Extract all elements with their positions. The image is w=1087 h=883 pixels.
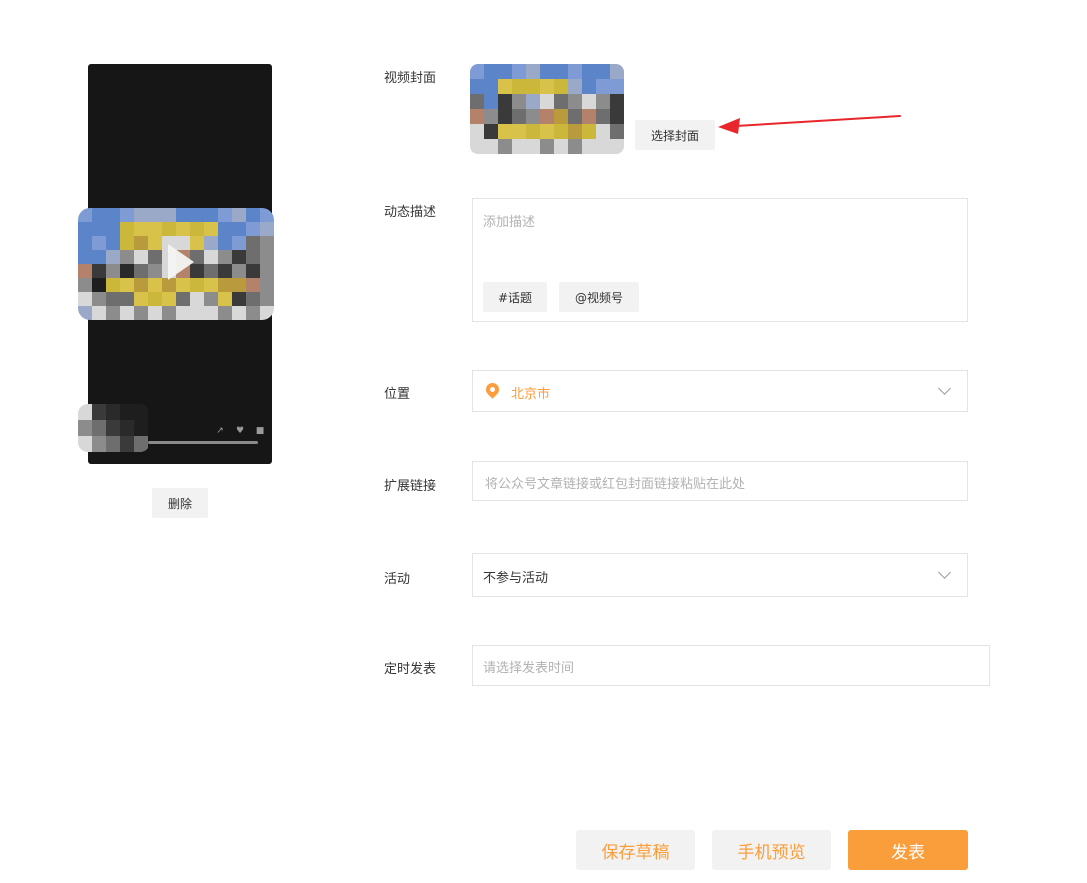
publish-button[interactable]: 发表	[848, 830, 968, 870]
location-label: 位置	[384, 387, 411, 402]
link-placeholder: 将公众号文章链接或红包封面链接粘贴在此处	[485, 477, 746, 492]
share-icon: ↗	[216, 426, 224, 436]
cover-thumbnail-blurred	[470, 64, 624, 154]
topic-button[interactable]: #话题	[483, 282, 547, 312]
description-placeholder: 添加描述	[483, 215, 536, 230]
schedule-label: 定时发表	[384, 662, 437, 677]
delete-button[interactable]: 删除	[152, 488, 208, 518]
chevron-down-icon	[938, 566, 951, 579]
chevron-down-icon	[938, 382, 951, 395]
description-label: 动态描述	[384, 205, 437, 220]
activity-select[interactable]: 不参与活动	[472, 553, 968, 597]
like-icon: ♥	[235, 426, 245, 436]
schedule-time-input[interactable]: 请选择发表时间	[472, 645, 990, 686]
activity-value: 不参与活动	[483, 571, 549, 586]
red-arrow-annotation	[718, 115, 901, 134]
location-value: 北京市	[511, 387, 551, 402]
avatar-blurred	[78, 404, 150, 452]
link-label: 扩展链接	[384, 479, 437, 494]
schedule-placeholder: 请选择发表时间	[483, 661, 575, 676]
link-input[interactable]: 将公众号文章链接或红包封面链接粘贴在此处	[472, 461, 968, 501]
phone-preview-button[interactable]: 手机预览	[712, 830, 831, 870]
activity-label: 活动	[384, 572, 411, 587]
comment-icon: ■	[255, 426, 265, 436]
select-cover-button[interactable]: 选择封面	[635, 120, 715, 150]
cover-label: 视频封面	[384, 71, 437, 86]
save-draft-button[interactable]: 保存草稿	[576, 830, 695, 870]
mention-channel-button[interactable]: @视频号	[559, 282, 639, 312]
